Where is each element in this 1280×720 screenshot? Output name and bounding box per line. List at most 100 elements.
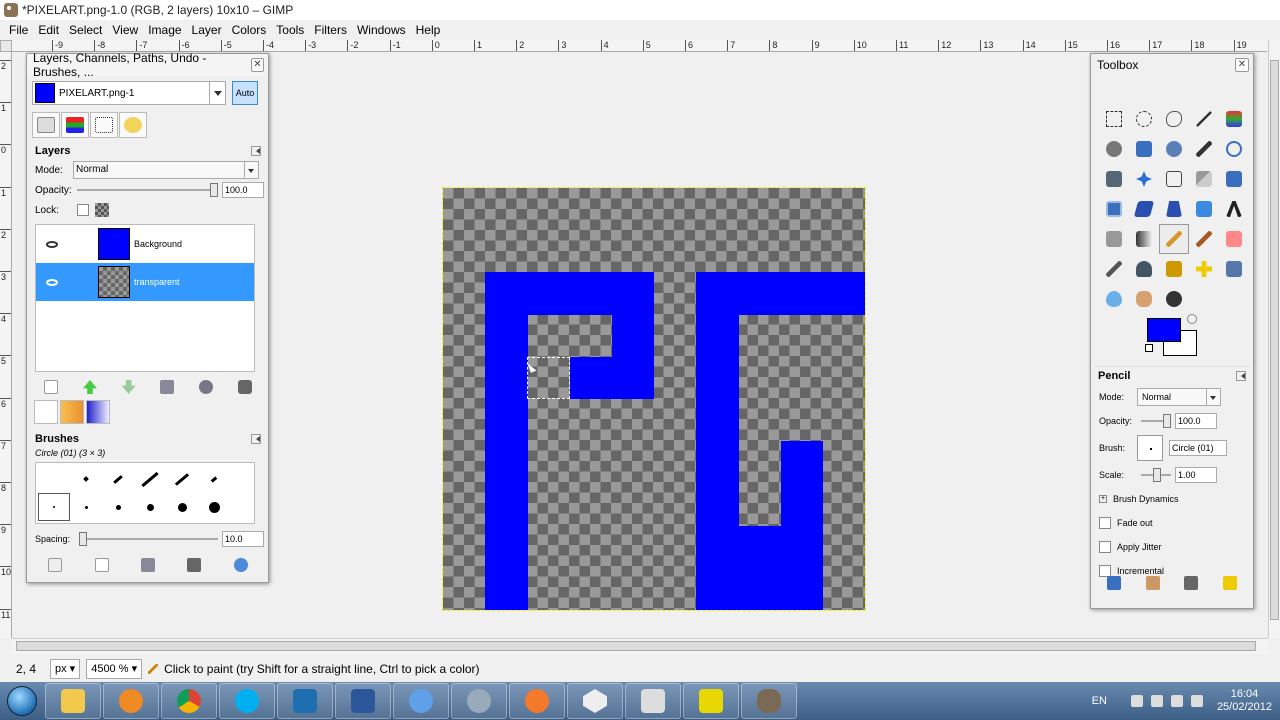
network-icon[interactable]: [1170, 695, 1183, 707]
save-options-icon[interactable]: [1107, 576, 1122, 590]
tool-scale-field[interactable]: 1.00: [1175, 467, 1217, 483]
raise-layer-icon[interactable]: [82, 380, 97, 394]
tab-undo[interactable]: [119, 112, 147, 138]
brush-swatch[interactable]: [38, 465, 70, 493]
zoom-tool[interactable]: [1219, 134, 1249, 164]
chevron-down-icon[interactable]: [209, 82, 225, 104]
tab-gradients[interactable]: [86, 400, 110, 424]
menu-help[interactable]: Help: [411, 20, 446, 40]
delete-layer-icon[interactable]: [237, 380, 252, 394]
menu-layer[interactable]: Layer: [187, 20, 227, 40]
reset-colors-icon[interactable]: [1145, 344, 1153, 352]
delete-options-icon[interactable]: [1184, 576, 1199, 590]
menu-filters[interactable]: Filters: [309, 20, 352, 40]
vertical-ruler[interactable]: 2 1 0 1 2 3 4 5 6 7 8 9 10 11: [0, 52, 12, 638]
clock[interactable]: 16:04 25/02/2012: [1217, 688, 1272, 714]
blend-tool[interactable]: [1129, 224, 1159, 254]
brush-dynamics-row[interactable]: + Brush Dynamics: [1095, 487, 1249, 511]
select-by-color-tool[interactable]: [1219, 104, 1249, 134]
taskbar-itunes[interactable]: [393, 683, 449, 719]
taskbar-publisher[interactable]: [277, 683, 333, 719]
layer-row-transparent[interactable]: transparent: [36, 263, 254, 301]
scale-tool[interactable]: [1099, 194, 1129, 224]
arrow-up-icon[interactable]: [1130, 695, 1143, 707]
close-icon[interactable]: ✕: [250, 58, 264, 72]
taskbar-app[interactable]: [451, 683, 507, 719]
crop-tool[interactable]: [1189, 164, 1219, 194]
menu-select[interactable]: Select: [64, 20, 107, 40]
swap-colors-icon[interactable]: [1187, 314, 1197, 324]
taskbar-blender[interactable]: [509, 683, 565, 719]
layer-opacity-field[interactable]: 100.0: [222, 182, 264, 198]
zoom-select[interactable]: 4500 % ▾: [86, 659, 143, 679]
color-picker-tool[interactable]: [1189, 134, 1219, 164]
tab-paths[interactable]: [90, 112, 118, 138]
lock-pixels-checkbox[interactable]: [77, 204, 89, 216]
tool-mode-select[interactable]: Normal: [1137, 388, 1221, 406]
layer-row-background[interactable]: Background: [36, 225, 254, 263]
layers-dock-titlebar[interactable]: Layers, Channels, Paths, Undo - Brushes,…: [27, 51, 268, 79]
tab-layers[interactable]: [32, 112, 60, 138]
toolbox-titlebar[interactable]: Toolbox ✕: [1091, 54, 1253, 76]
horizontal-scroll-thumb[interactable]: [16, 641, 1256, 651]
rect-select-tool[interactable]: [1099, 104, 1129, 134]
expand-icon[interactable]: +: [1099, 495, 1107, 503]
flag-icon[interactable]: [1150, 695, 1163, 707]
language-indicator[interactable]: EN: [1092, 695, 1107, 707]
brush-swatch[interactable]: [134, 465, 166, 493]
unit-select[interactable]: px ▾: [50, 659, 81, 679]
paths-tool[interactable]: [1159, 134, 1189, 164]
eraser-tool[interactable]: [1219, 224, 1249, 254]
brush-swatch[interactable]: [166, 493, 198, 521]
spacing-field[interactable]: 10.0: [222, 531, 264, 547]
vertical-scroll-thumb[interactable]: [1270, 60, 1279, 620]
airbrush-tool[interactable]: [1099, 254, 1129, 284]
brush-swatch[interactable]: [166, 465, 198, 493]
ellipse-select-tool[interactable]: [1129, 104, 1159, 134]
menu-file[interactable]: File: [4, 20, 33, 40]
free-select-tool[interactable]: [1159, 104, 1189, 134]
tool-scale-slider[interactable]: [1141, 468, 1171, 482]
taskbar-word[interactable]: [335, 683, 391, 719]
menu-colors[interactable]: Colors: [227, 20, 272, 40]
volume-icon[interactable]: [1190, 695, 1203, 707]
taskbar-media-player[interactable]: [103, 683, 159, 719]
smudge-tool[interactable]: [1129, 284, 1159, 314]
dodge-burn-tool[interactable]: [1159, 284, 1189, 314]
move-tool[interactable]: [1129, 164, 1159, 194]
delete-brush-icon[interactable]: [187, 558, 202, 572]
panel-menu-icon[interactable]: [1236, 371, 1246, 381]
ink-tool[interactable]: [1129, 254, 1159, 284]
pencil-tool[interactable]: [1159, 224, 1189, 254]
brush-swatch[interactable]: [134, 493, 166, 521]
brush-swatch[interactable]: [102, 493, 134, 521]
lock-alpha-icon[interactable]: [95, 203, 109, 217]
brush-swatch[interactable]: [102, 465, 134, 493]
restore-options-icon[interactable]: [1145, 576, 1160, 590]
image-selector[interactable]: PIXELART.png-1: [32, 81, 226, 105]
ruler-corner[interactable]: [0, 40, 12, 52]
taskbar-paint[interactable]: [625, 683, 681, 719]
fuzzy-select-tool[interactable]: [1189, 104, 1219, 134]
menu-tools[interactable]: Tools: [271, 20, 309, 40]
refresh-brushes-icon[interactable]: [233, 558, 248, 572]
menu-image[interactable]: Image: [143, 20, 186, 40]
anchor-layer-icon[interactable]: [198, 380, 213, 394]
menu-view[interactable]: View: [107, 20, 143, 40]
taskbar-explorer[interactable]: [45, 683, 101, 719]
tool-opacity-field[interactable]: 100.0: [1175, 413, 1217, 429]
tab-patterns[interactable]: [60, 400, 84, 424]
foreground-color-swatch[interactable]: [1147, 318, 1181, 342]
new-layer-icon[interactable]: [44, 380, 59, 394]
tool-scale-slider-knob[interactable]: [1153, 468, 1161, 482]
tab-brushes[interactable]: [34, 400, 58, 424]
clone-tool[interactable]: [1159, 254, 1189, 284]
perspective-clone-tool[interactable]: [1219, 254, 1249, 284]
tool-opacity-slider[interactable]: [1141, 414, 1171, 428]
tool-opacity-slider-knob[interactable]: [1163, 414, 1171, 428]
tool-brush-name[interactable]: Circle (01): [1169, 440, 1227, 456]
bucket-fill-tool[interactable]: [1099, 224, 1129, 254]
brush-preview[interactable]: [1137, 435, 1163, 461]
taskbar-chrome[interactable]: [161, 683, 217, 719]
panel-menu-icon[interactable]: [251, 434, 261, 444]
